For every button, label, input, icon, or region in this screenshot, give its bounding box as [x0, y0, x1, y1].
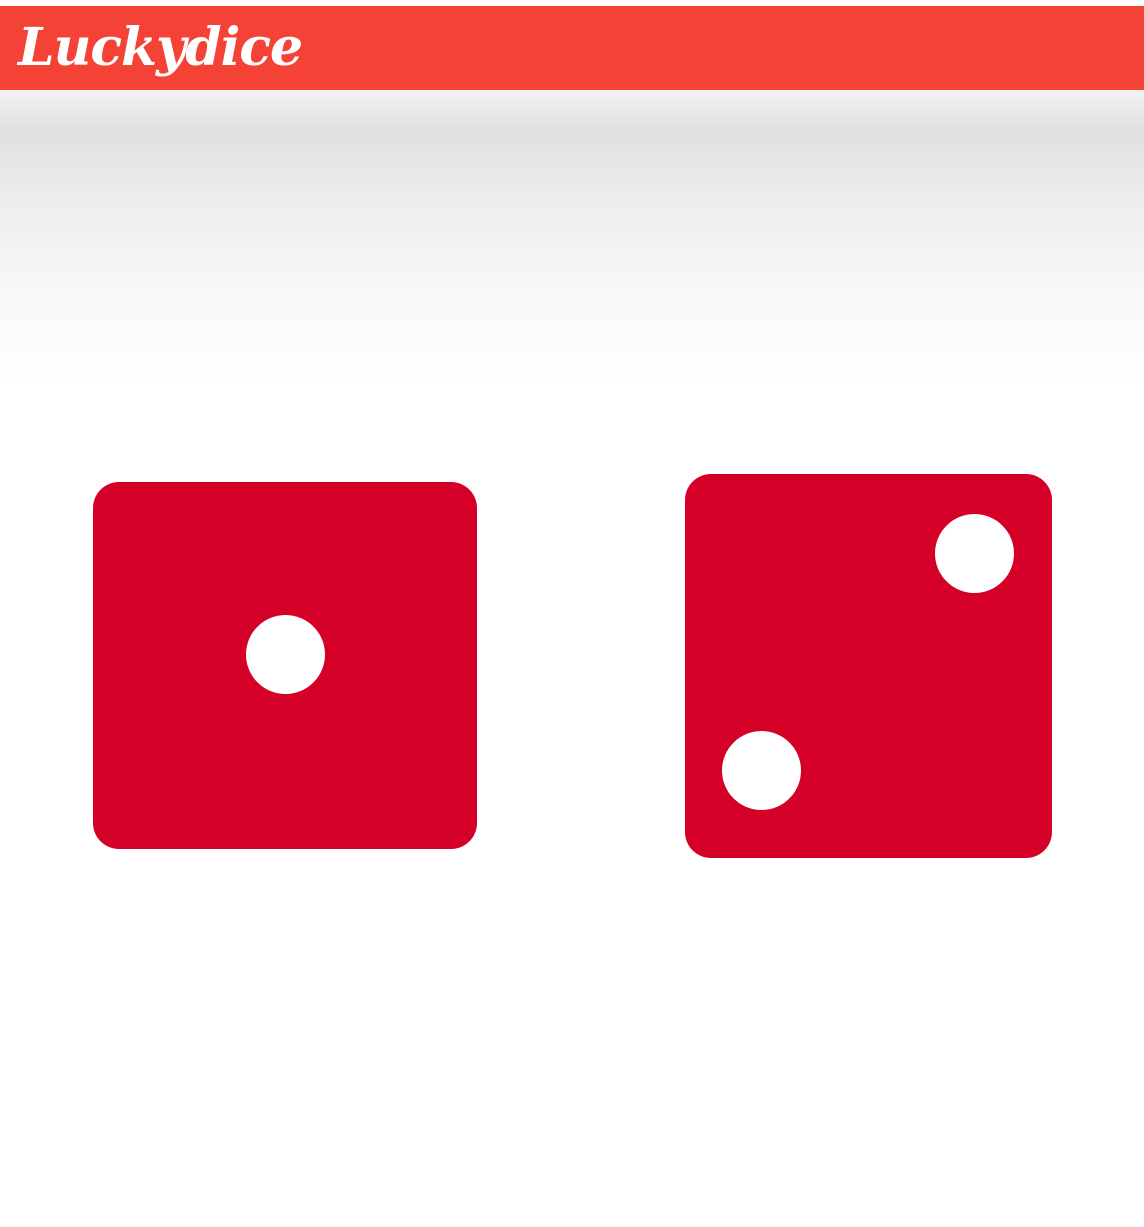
app-bar: Luckydice — [0, 6, 1144, 90]
die-pip — [935, 514, 1014, 593]
die-left[interactable] — [93, 482, 477, 849]
app-bar-shadow — [0, 90, 1144, 390]
die-pip — [246, 615, 325, 694]
dice-area — [0, 390, 1144, 950]
app-title: Luckydice — [18, 17, 303, 78]
die-pip — [722, 731, 801, 810]
die-right[interactable] — [685, 474, 1052, 858]
